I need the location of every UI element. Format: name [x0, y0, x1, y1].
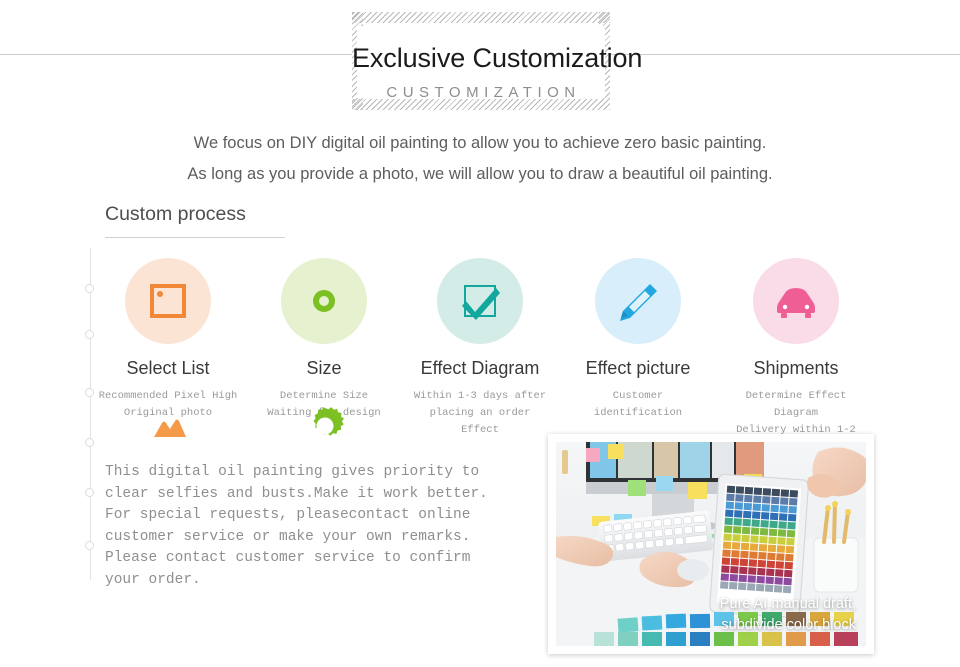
process-step-effect-diagram[interactable]: Effect Diagram Within 1-3 days after pla…	[410, 258, 550, 439]
checkbox-check-icon	[462, 285, 500, 320]
process-step-shipments[interactable]: Shipments Determine Effect Diagram Deliv…	[726, 258, 866, 456]
intro-text: We focus on DIY digital oil painting to …	[0, 128, 960, 190]
process-step-size[interactable]: Size Determine Size Waiting for design	[254, 258, 394, 422]
section-heading-underline	[105, 237, 285, 238]
step-bubble	[595, 258, 681, 344]
photo-caption-line-1: Pure AI manual draft,	[719, 596, 856, 612]
page-header: Exclusive Customization CUSTOMIZATION	[0, 0, 960, 120]
mountain-shape-icon	[154, 419, 186, 437]
step-desc-line-1: Recommended Pixel High	[98, 390, 238, 402]
step-desc-line-2: placing an order Effect	[429, 407, 531, 436]
step-bubble	[125, 258, 211, 344]
timeline-dot	[85, 388, 94, 397]
step-desc-line-1: Determine Effect Diagram	[745, 390, 847, 419]
gear-shape-icon	[305, 406, 345, 446]
page-title: Exclusive Customization	[352, 43, 643, 73]
body-line-1: This digital oil painting gives priority…	[105, 464, 480, 480]
process-step-effect-picture[interactable]: Effect picture Customer identification	[568, 258, 708, 422]
body-line-4: customer service or make your own remark…	[105, 528, 471, 545]
header-title-box: Exclusive Customization CUSTOMIZATION	[352, 12, 643, 110]
photo-card: Pure AI manual draft, subdivide color bl…	[548, 434, 874, 654]
ring-icon	[313, 290, 335, 312]
photo-caption: Pure AI manual draft, subdivide color bl…	[720, 594, 856, 636]
timeline-dot	[85, 541, 94, 550]
timeline-spine	[90, 248, 91, 580]
timeline-dot	[85, 488, 94, 497]
step-title: Effect picture	[585, 358, 691, 378]
body-line-3: For special requests, pleasecontact onli…	[105, 507, 471, 523]
workspace-photo: Pure AI manual draft, subdivide color bl…	[556, 442, 866, 646]
intro-line-1: We focus on DIY digital oil painting to …	[193, 134, 767, 152]
hatch-border-top	[352, 12, 610, 23]
timeline-dot	[85, 284, 94, 293]
pen-icon	[620, 284, 657, 321]
body-line-6: your order.	[105, 571, 201, 588]
timeline-dot	[85, 438, 94, 447]
process-steps: Select List Recommended Pixel High Origi…	[99, 258, 905, 453]
body-paragraph: This digital oil painting gives priority…	[105, 462, 525, 591]
step-title: Select List	[126, 358, 210, 378]
car-icon	[777, 288, 815, 318]
header-rule-left	[0, 54, 352, 55]
step-bubble	[437, 258, 523, 344]
step-title: Effect Diagram	[420, 358, 540, 378]
step-title: Size	[306, 358, 342, 378]
intro-line-2: As long as you provide a photo, we will …	[187, 165, 773, 183]
step-title: Shipments	[753, 358, 839, 378]
timeline-dot	[85, 330, 94, 339]
page-subtitle: CUSTOMIZATION	[386, 84, 581, 101]
step-bubble	[281, 258, 367, 344]
step-bubble	[753, 258, 839, 344]
step-description: Within 1-3 days after placing an order E…	[410, 388, 550, 439]
step-desc-line-1: Within 1-3 days after	[413, 390, 547, 402]
photo-caption-line-2: subdivide color block	[721, 617, 856, 633]
process-step-select-list[interactable]: Select List Recommended Pixel High Origi…	[98, 258, 238, 422]
body-line-5: Please contact customer service to confi…	[105, 550, 471, 566]
step-description: Recommended Pixel High Original photo	[98, 388, 238, 422]
section-heading: Custom process	[105, 203, 246, 225]
body-line-2: clear selfies and busts.Make it work bet…	[105, 485, 488, 502]
photo-frame-icon	[150, 284, 186, 318]
step-desc-line-1: Determine Size	[279, 390, 369, 402]
step-desc-line-1: Customer identification	[593, 390, 683, 419]
step-description: Customer identification	[568, 388, 708, 422]
header-rule-right	[610, 54, 960, 55]
